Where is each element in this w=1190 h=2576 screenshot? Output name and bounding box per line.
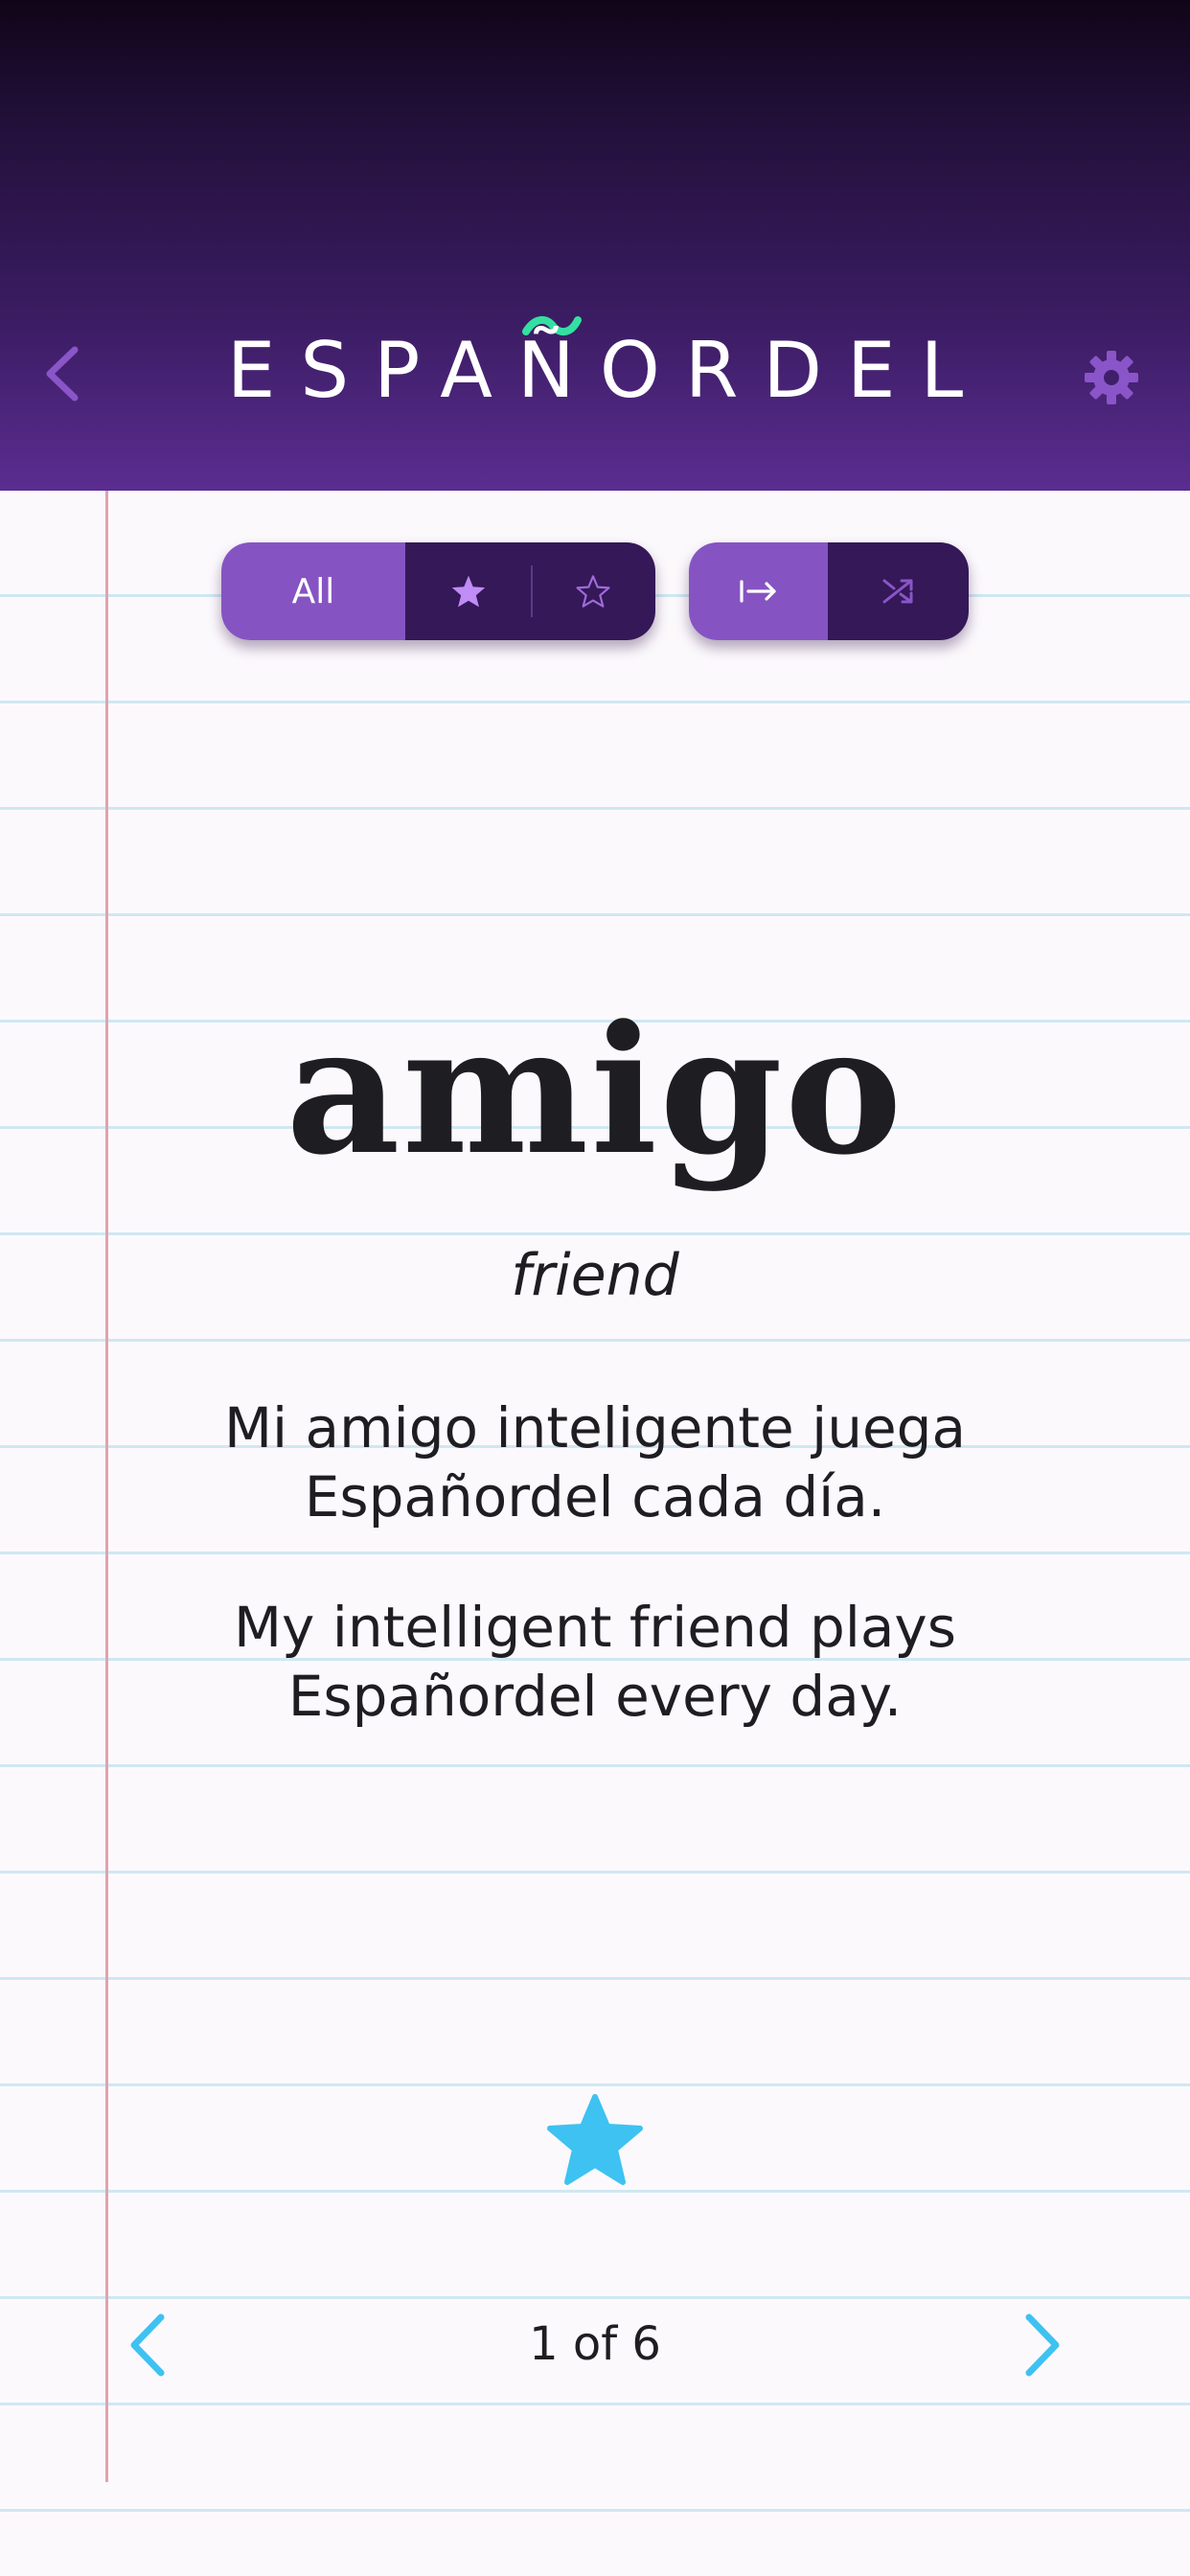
star-filled-icon [547,2094,643,2185]
app-logo: ESPAÑORDEL [226,326,989,415]
example-sentence-spanish: Mi amigo inteligente juega Españordel ca… [223,1395,967,1530]
star-outline-icon [576,575,610,608]
notebook-paper [0,491,1190,2576]
card-counter: 1 of 6 [529,2317,661,2371]
paper-margin-line [105,491,108,2482]
order-shuffle-button[interactable] [828,542,969,640]
segment-divider [531,565,533,617]
order-segmented-control [689,542,969,640]
filter-unstarred-button[interactable] [531,542,655,640]
filter-all-label: All [291,571,335,611]
previous-card-button[interactable] [125,2312,172,2379]
arrow-right-from-bar-icon [739,580,776,603]
example-sentence-english: My intelligent friend plays Españordel e… [234,1595,956,1729]
next-card-button[interactable] [1018,2312,1065,2379]
filter-all-button[interactable]: All [221,542,405,640]
shuffle-icon [882,579,912,604]
word-translation: friend [511,1242,679,1309]
star-filled-icon [451,575,485,608]
vocabulary-word: amigo [286,987,904,1194]
chevron-left-icon [130,2313,165,2377]
filter-segmented-control: All [221,542,655,640]
chevron-right-icon [1025,2313,1060,2377]
gear-icon [1085,351,1138,404]
app-header [0,0,1190,491]
settings-button[interactable] [1081,347,1142,408]
favorite-star-button[interactable] [544,2091,646,2189]
order-sequential-button[interactable] [689,542,828,640]
filter-starred-button[interactable] [405,542,531,640]
